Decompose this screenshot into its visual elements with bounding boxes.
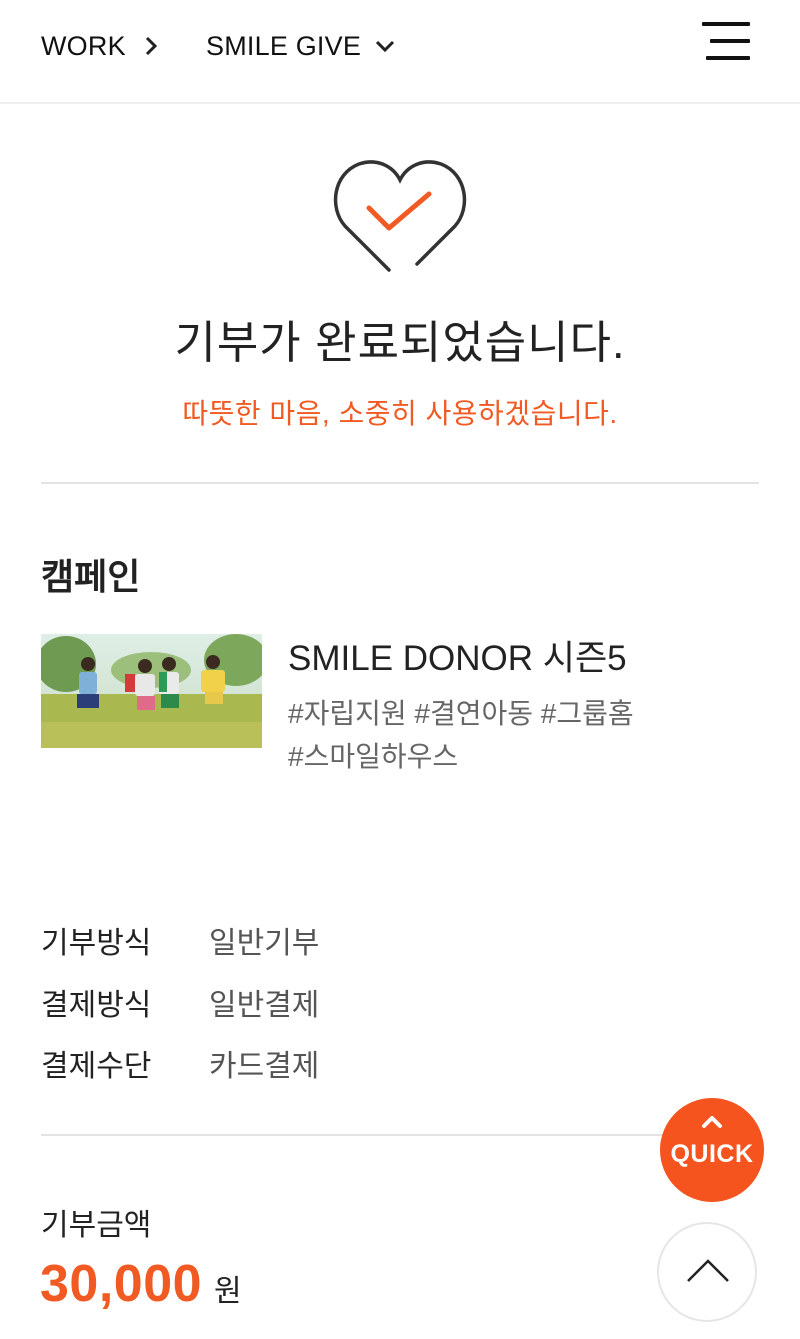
completion-title: 기부가 완료되었습니다. — [174, 317, 626, 368]
completion-subtitle: 따뜻한 마음, 소중히 사용하겠습니다. — [182, 398, 618, 429]
heart-check-icon — [331, 158, 469, 284]
chevron-up-icon — [700, 1114, 724, 1135]
breadcrumb-work-label: WORK — [41, 30, 126, 61]
breadcrumb-smile-give-label: SMILE GIVE — [206, 30, 362, 61]
detail-value: 일반결제 — [209, 989, 320, 1022]
quick-label: QUICK — [670, 1140, 754, 1168]
campaign-section-title: 캠페인 — [41, 556, 141, 597]
campaign-name[interactable]: SMILE DONOR 시즌5 — [288, 630, 627, 681]
top-header: WORK SMILE GIVE — [0, 0, 800, 104]
breadcrumb-work[interactable]: WORK — [41, 28, 158, 64]
divider — [41, 1134, 681, 1136]
chevron-down-icon — [375, 39, 395, 53]
menu-line-bottom — [706, 56, 750, 60]
detail-value: 카드결제 — [209, 1050, 320, 1083]
amount-display: 30,000 원 — [40, 1254, 242, 1314]
campaign-tags-line-1: #자립지원 #결연아동 #그룹홈 — [288, 698, 634, 729]
detail-label: 결제수단 — [41, 1050, 152, 1083]
detail-label: 결제방식 — [41, 989, 152, 1022]
detail-row-donation-type: 기부방식 일반기부 — [41, 918, 320, 960]
campaign-tags-line-2: #스마일하우스 — [288, 741, 459, 772]
arrow-up-icon — [687, 1259, 729, 1282]
menu-line-top — [702, 22, 750, 26]
menu-line-middle — [710, 39, 750, 43]
amount-label: 기부금액 — [41, 1209, 152, 1242]
amount-unit: 원 — [214, 1275, 242, 1308]
detail-label: 기부방식 — [41, 927, 152, 960]
quick-menu-button[interactable]: QUICK — [660, 1098, 764, 1202]
chevron-right-icon — [144, 35, 158, 57]
breadcrumb-smile-give[interactable]: SMILE GIVE — [206, 28, 395, 64]
divider — [41, 482, 759, 484]
campaign-tags: #자립지원 #결연아동 #그룹홈 #스마일하우스 — [288, 692, 688, 778]
campaign-thumbnail[interactable] — [41, 634, 262, 748]
amount-value: 30,000 — [40, 1255, 203, 1313]
detail-value: 일반기부 — [209, 927, 320, 960]
scroll-to-top-button[interactable] — [657, 1222, 757, 1322]
detail-row-payment-type: 결제방식 일반결제 — [41, 980, 320, 1022]
detail-row-payment-method: 결제수단 카드결제 — [41, 1041, 320, 1083]
hamburger-menu-icon[interactable] — [702, 22, 750, 62]
